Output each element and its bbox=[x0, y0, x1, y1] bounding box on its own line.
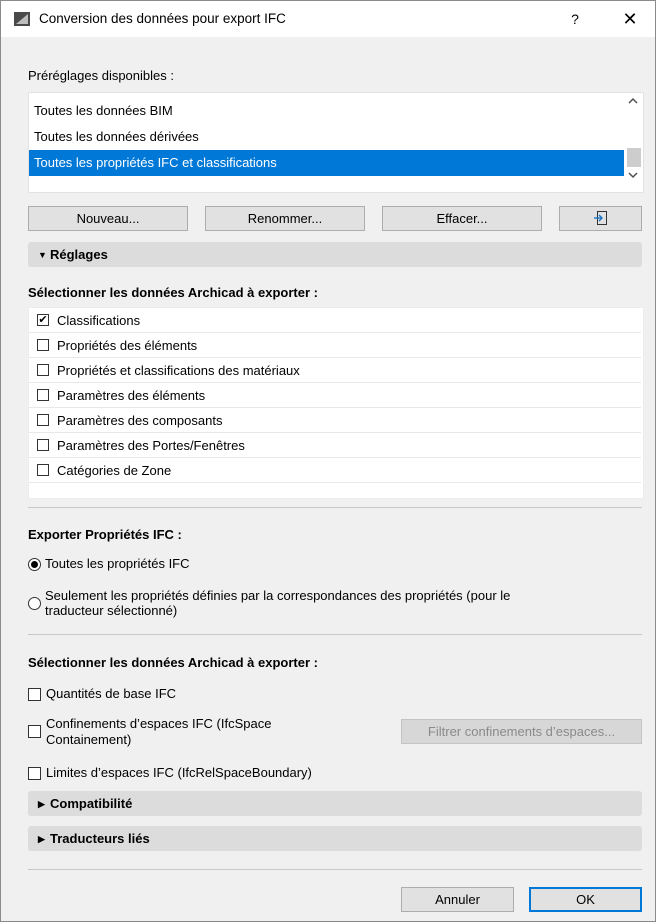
scroll-down-icon[interactable] bbox=[628, 171, 638, 179]
separator bbox=[28, 634, 642, 635]
help-button[interactable]: ? bbox=[564, 7, 586, 31]
collapsed-triangle-icon: ▶ bbox=[38, 799, 45, 809]
separator bbox=[28, 869, 642, 870]
mapped-properties-radio[interactable] bbox=[28, 597, 41, 610]
cancel-button[interactable]: Annuler bbox=[401, 887, 514, 912]
space-containment-label-line2[interactable]: Containement) bbox=[46, 732, 131, 747]
presets-label: Préréglages disponibles : bbox=[28, 68, 174, 83]
delete-preset-button[interactable]: Effacer... bbox=[382, 206, 542, 231]
element-properties-checkbox[interactable] bbox=[37, 339, 49, 351]
linked-translators-header-label: Traducteurs liés bbox=[50, 831, 150, 846]
data-row-door-window-parameters[interactable]: Paramètres des Portes/Fenêtres bbox=[29, 433, 641, 458]
ok-button[interactable]: OK bbox=[529, 887, 642, 912]
archicad-data-list: ✔ Classifications Propriétés des élément… bbox=[28, 307, 644, 499]
expanded-triangle-icon: ▼ bbox=[38, 250, 47, 260]
collapsed-triangle-icon: ▶ bbox=[38, 834, 45, 844]
compatibility-header-label: Compatibilité bbox=[50, 796, 133, 811]
archicad-export-label: Sélectionner les données Archicad à expo… bbox=[28, 655, 318, 670]
close-button[interactable]: ✕ bbox=[617, 7, 643, 31]
import-icon bbox=[593, 211, 607, 225]
ifc-properties-label: Exporter Propriétés IFC : bbox=[28, 527, 182, 542]
preset-item-ifc-properties[interactable]: Toutes les propriétés IFC et classificat… bbox=[29, 150, 624, 176]
all-ifc-properties-radio[interactable] bbox=[28, 558, 41, 571]
element-parameters-checkbox[interactable] bbox=[37, 389, 49, 401]
import-preset-button[interactable] bbox=[559, 206, 642, 231]
base-quantities-checkbox[interactable] bbox=[28, 688, 41, 701]
presets-list[interactable]: Toutes les données BIM Toutes les donnée… bbox=[28, 92, 644, 193]
material-properties-checkbox[interactable] bbox=[37, 364, 49, 376]
data-row-element-parameters[interactable]: Paramètres des éléments bbox=[29, 383, 641, 408]
data-row-component-parameters[interactable]: Paramètres des composants bbox=[29, 408, 641, 433]
dialog-title: Conversion des données pour export IFC bbox=[39, 11, 286, 26]
preset-item-all-bim[interactable]: Toutes les données BIM bbox=[29, 98, 624, 124]
all-ifc-properties-label[interactable]: Toutes les propriétés IFC bbox=[45, 556, 190, 571]
space-boundaries-checkbox[interactable] bbox=[28, 767, 41, 780]
classifications-checkbox[interactable]: ✔ bbox=[37, 314, 49, 326]
space-boundaries-label[interactable]: Limites d’espaces IFC (IfcRelSpaceBounda… bbox=[46, 765, 312, 780]
reglages-header-label: Réglages bbox=[50, 247, 108, 262]
data-row-label: Paramètres des composants bbox=[57, 413, 223, 428]
title-bar: Conversion des données pour export IFC ?… bbox=[1, 1, 655, 37]
archicad-data-label: Sélectionner les données Archicad à expo… bbox=[28, 285, 318, 300]
data-row-element-properties[interactable]: Propriétés des éléments bbox=[29, 333, 641, 358]
data-row-zone-categories[interactable]: Catégories de Zone bbox=[29, 458, 641, 483]
scrollbar-thumb[interactable] bbox=[627, 148, 641, 167]
data-row-material-properties[interactable]: Propriétés et classifications des matéri… bbox=[29, 358, 641, 383]
reglages-section-header[interactable]: ▼ Réglages bbox=[28, 242, 642, 267]
space-containment-checkbox[interactable] bbox=[28, 725, 41, 738]
data-row-label: Classifications bbox=[57, 313, 141, 328]
rename-preset-button[interactable]: Renommer... bbox=[205, 206, 365, 231]
door-window-parameters-checkbox[interactable] bbox=[37, 439, 49, 451]
data-row-label: Catégories de Zone bbox=[57, 463, 172, 478]
scroll-up-icon[interactable] bbox=[628, 97, 638, 105]
compatibility-section-header[interactable]: ▶ Compatibilité bbox=[28, 791, 642, 816]
new-preset-button[interactable]: Nouveau... bbox=[28, 206, 188, 231]
mapped-properties-label-line1[interactable]: Seulement les propriétés définies par la… bbox=[45, 588, 510, 603]
data-row-classifications[interactable]: ✔ Classifications bbox=[29, 308, 641, 333]
filter-space-containment-button[interactable]: Filtrer confinements d’espaces... bbox=[401, 719, 642, 744]
mapped-properties-label-line2[interactable]: traducteur sélectionné) bbox=[45, 603, 177, 618]
data-row-label: Propriétés et classifications des matéri… bbox=[57, 363, 300, 378]
component-parameters-checkbox[interactable] bbox=[37, 414, 49, 426]
base-quantities-label[interactable]: Quantités de base IFC bbox=[46, 686, 176, 701]
separator bbox=[28, 507, 642, 508]
data-row-label: Paramètres des Portes/Fenêtres bbox=[57, 438, 245, 453]
archicad-app-icon bbox=[14, 12, 30, 26]
linked-translators-section-header[interactable]: ▶ Traducteurs liés bbox=[28, 826, 642, 851]
presets-scrollbar[interactable] bbox=[624, 93, 643, 192]
data-row-label: Paramètres des éléments bbox=[57, 388, 206, 403]
dialog-window: Conversion des données pour export IFC ?… bbox=[0, 0, 656, 922]
zone-categories-checkbox[interactable] bbox=[37, 464, 49, 476]
data-row-label: Propriétés des éléments bbox=[57, 338, 198, 353]
preset-item-derived[interactable]: Toutes les données dérivées bbox=[29, 124, 624, 150]
space-containment-label-line1[interactable]: Confinements d’espaces IFC (IfcSpace bbox=[46, 716, 271, 731]
